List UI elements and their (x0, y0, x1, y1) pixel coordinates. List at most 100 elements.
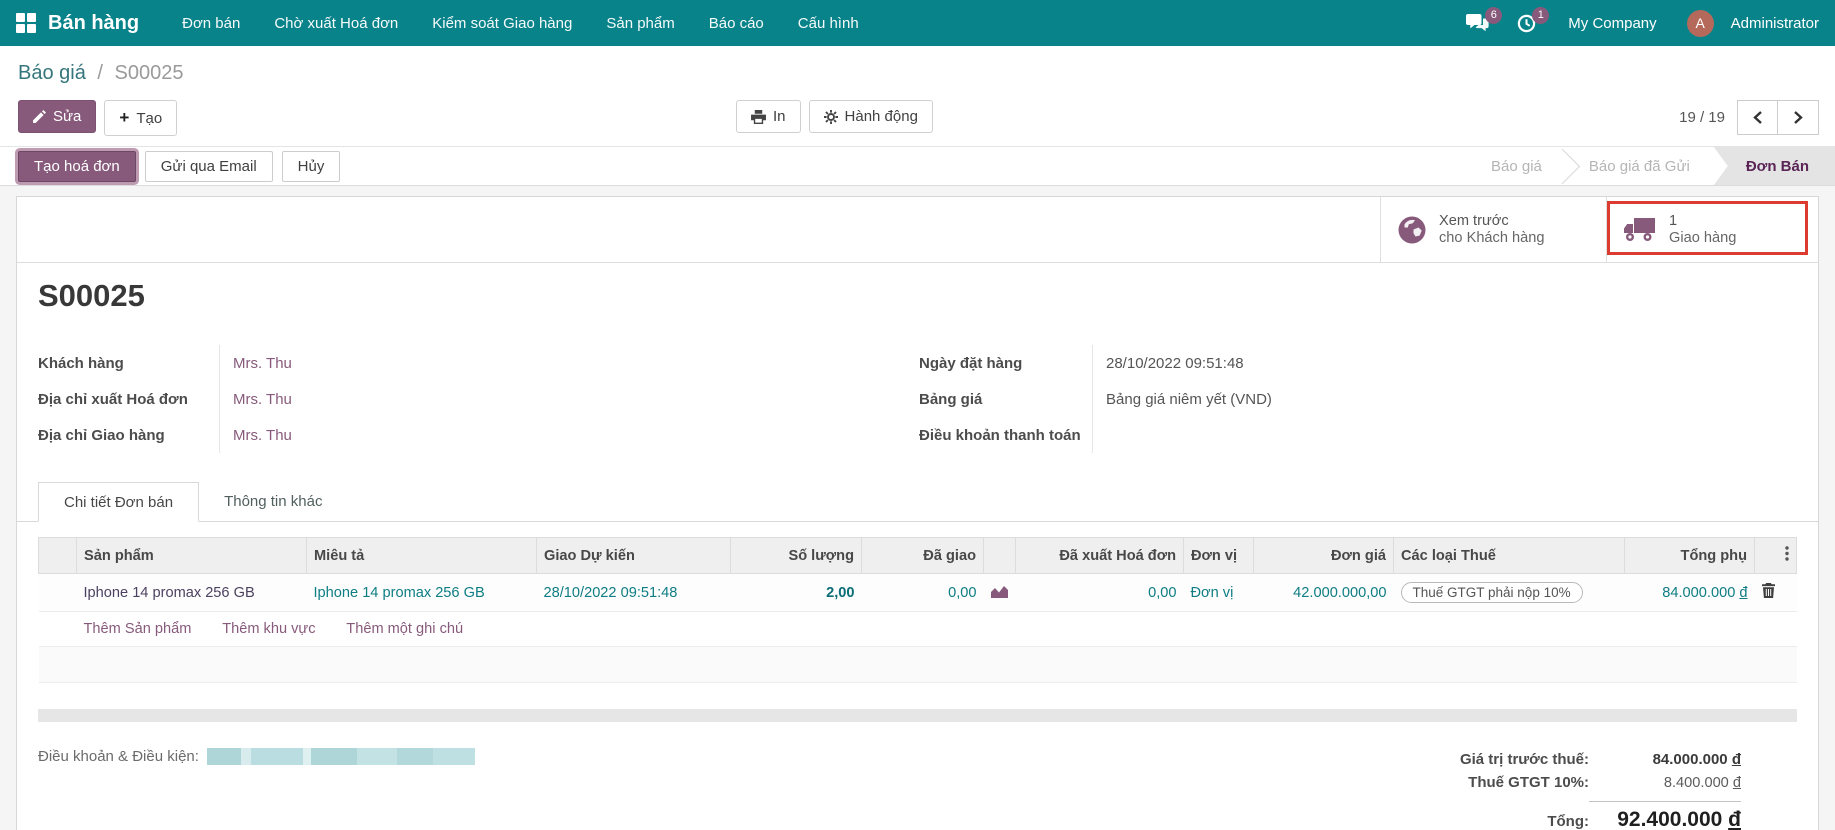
add-product-link[interactable]: Thêm Sản phẩm (84, 621, 192, 637)
menu-don-ban[interactable]: Đơn bán (165, 2, 257, 45)
payment-terms-value[interactable] (1092, 417, 1797, 453)
header-invoiced[interactable]: Đã xuất Hoá đơn (1015, 537, 1184, 574)
cell-delivered[interactable]: 0,00 (861, 573, 984, 612)
odoo-window: Bán hàng Đơn bán Chờ xuất Hoá đơn Kiểm s… (0, 0, 1835, 830)
terms-link-redacted[interactable] (207, 748, 476, 765)
payment-terms-label: Điều khoản thanh toán (919, 426, 1081, 444)
cell-product[interactable]: Iphone 14 promax 256 GB (76, 573, 307, 612)
cell-unit-price[interactable]: 42.000.000,00 (1253, 573, 1394, 612)
messages-button[interactable]: 6 (1456, 6, 1503, 39)
cell-description[interactable]: Iphone 14 promax 256 GB (306, 573, 537, 612)
messages-badge: 6 (1485, 6, 1503, 24)
cell-expected-delivery[interactable]: 28/10/2022 09:51:48 (536, 573, 731, 612)
customer-value[interactable]: Mrs. Thu (219, 345, 883, 381)
stage-don-ban-active[interactable]: Đơn Bán (1713, 147, 1835, 185)
company-switcher[interactable]: My Company (1554, 15, 1678, 32)
cell-subtotal: 84.000.000 đ (1624, 573, 1755, 612)
cancel-button[interactable]: Hủy (281, 150, 341, 182)
field-groups: Khách hàng Mrs. Thu Địa chỉ xuất Hoá đơn… (17, 345, 1818, 453)
menu-cau-hinh[interactable]: Cấu hình (781, 2, 876, 45)
header-subtotal[interactable]: Tổng phụ (1624, 537, 1755, 574)
grand-total-row: Tổng: 92.400.000 đ (1411, 798, 1741, 830)
row-handle[interactable] (38, 573, 77, 612)
tab-order-lines[interactable]: Chi tiết Đơn bán (38, 482, 200, 522)
breadcrumb-parent-link[interactable]: Báo giá (18, 62, 86, 84)
header-taxes[interactable]: Các loại Thuế (1393, 537, 1625, 574)
header-expected-delivery[interactable]: Giao Dự kiến (536, 537, 731, 574)
menu-cho-xuat-hoa-don[interactable]: Chờ xuất Hoá đơn (257, 2, 415, 45)
notebook-tabs: Chi tiết Đơn bán Thông tin khác (17, 481, 1818, 522)
header-uom[interactable]: Đơn vị (1183, 537, 1254, 574)
delivery-address-value[interactable]: Mrs. Thu (219, 417, 883, 453)
empty-row (38, 646, 1797, 683)
trash-icon (1761, 583, 1775, 598)
add-section-link[interactable]: Thêm khu vực (222, 621, 315, 637)
print-button[interactable]: In (736, 100, 801, 133)
edit-button[interactable]: Sửa (18, 100, 97, 133)
customer-preview-button[interactable]: Xem trước cho Khách hàng (1380, 197, 1606, 262)
cell-invoiced[interactable]: 0,00 (1015, 573, 1184, 612)
header-description[interactable]: Miêu tả (306, 537, 537, 574)
order-date-label: Ngày đặt hàng (919, 354, 1023, 372)
untaxed-amount-value: 84.000.000 đ (1652, 751, 1741, 768)
printer-icon (751, 109, 766, 124)
activities-button[interactable]: 1 (1507, 6, 1550, 39)
create-invoice-button[interactable]: Tạo hoá đơn (18, 150, 136, 182)
app-name[interactable]: Bán hàng (48, 12, 139, 35)
user-avatar[interactable]: A (1686, 9, 1714, 37)
delivery-count: 1 (1669, 212, 1678, 229)
header-unit-price[interactable]: Đơn giá (1253, 537, 1394, 574)
header-handle (38, 537, 77, 574)
field-delivery-address: Địa chỉ Giao hàng Mrs. Thu (38, 417, 883, 453)
pencil-icon (33, 110, 46, 123)
sheet-footer: Điều khoản & Điều kiện: Giá trị trước th… (17, 722, 1818, 830)
cell-quantity[interactable]: 2,00 (730, 573, 862, 612)
pricelist-value: Bảng giá niêm yết (VND) (1092, 381, 1797, 417)
grand-total-label: Tổng: (1547, 813, 1589, 830)
untaxed-amount-row: Giá trị trước thuế: 84.000.000 đ (1411, 748, 1741, 771)
menu-kiem-soat-giao-hang[interactable]: Kiểm soát Giao hàng (415, 2, 589, 45)
cell-delete[interactable] (1754, 573, 1797, 612)
grand-total-value: 92.400.000 đ (1589, 801, 1741, 830)
add-line-row: Thêm Sản phẩm Thêm khu vực Thêm một ghi … (38, 611, 1797, 647)
customer-label: Khách hàng (38, 354, 124, 372)
header-delivered[interactable]: Đã giao (861, 537, 984, 574)
record-pager: 19 / 19 (1679, 100, 1819, 135)
send-by-email-button[interactable]: Gửi qua Email (144, 150, 273, 182)
globe-icon (1398, 216, 1426, 243)
add-note-link[interactable]: Thêm một ghi chú (346, 621, 463, 637)
truck-icon (1624, 218, 1655, 241)
pager-previous-button[interactable] (1737, 100, 1778, 135)
invoice-address-value[interactable]: Mrs. Thu (219, 381, 883, 417)
field-pricelist: Bảng giá Bảng giá niêm yết (VND) (919, 381, 1797, 417)
pager-next-button[interactable] (1778, 100, 1819, 135)
delivery-smart-button[interactable]: 1 Giao hàng (1606, 197, 1818, 262)
action-button[interactable]: Hành động (808, 100, 933, 133)
print-action-group: In Hành động (736, 100, 933, 133)
tax-amount-value: 8.400.000 đ (1663, 775, 1741, 791)
stage-bao-gia-da-gui[interactable]: Báo giá đã Gửi (1565, 147, 1714, 185)
order-lines-table: Sản phẩm Miêu tả Giao Dự kiến Số lượng Đ… (38, 537, 1797, 683)
order-line-row[interactable]: Iphone 14 promax 256 GB Iphone 14 promax… (38, 573, 1797, 612)
chevron-left-icon (1753, 111, 1762, 124)
create-button[interactable]: + Tạo (104, 100, 178, 136)
header-optional-columns[interactable] (1754, 537, 1797, 574)
menu-san-pham[interactable]: Sản phẩm (589, 2, 691, 45)
apps-menu-icon[interactable] (16, 13, 36, 33)
header-quantity[interactable]: Số lượng (730, 537, 862, 574)
header-product[interactable]: Sản phẩm (76, 537, 307, 574)
tab-other-info[interactable]: Thông tin khác (199, 482, 347, 522)
menu-bao-cao[interactable]: Báo cáo (692, 2, 781, 45)
cell-forecast[interactable] (983, 573, 1016, 612)
activities-badge: 1 (1532, 6, 1550, 24)
table-header-row: Sản phẩm Miêu tả Giao Dự kiến Số lượng Đ… (38, 537, 1797, 574)
user-menu[interactable]: Administrator (1731, 15, 1819, 32)
stage-indicator: Báo giá Báo giá đã Gửi Đơn Bán (1467, 147, 1835, 185)
horizontal-scrollbar[interactable] (38, 709, 1797, 722)
breadcrumb-current: S00025 (114, 62, 184, 84)
delivery-address-label: Địa chỉ Giao hàng (38, 426, 165, 444)
header-forecast (983, 537, 1016, 574)
cell-uom[interactable]: Đơn vị (1183, 573, 1254, 612)
tax-tag[interactable]: Thuế GTGT phải nộp 10% (1400, 582, 1583, 603)
cell-taxes[interactable]: Thuế GTGT phải nộp 10% (1393, 573, 1625, 612)
